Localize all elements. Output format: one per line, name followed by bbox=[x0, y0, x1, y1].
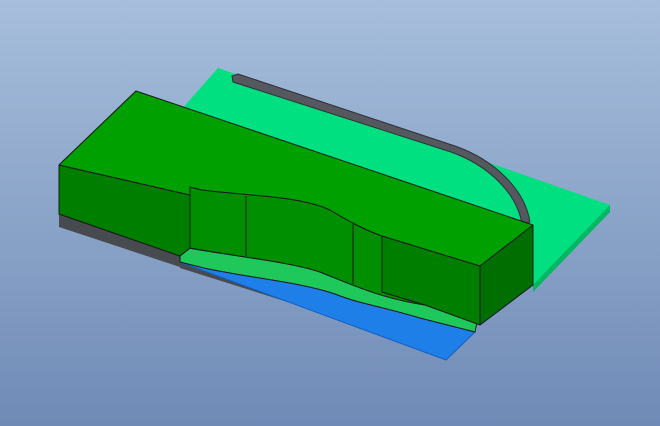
cad-viewport[interactable] bbox=[0, 0, 660, 426]
model-scene[interactable] bbox=[0, 0, 660, 426]
